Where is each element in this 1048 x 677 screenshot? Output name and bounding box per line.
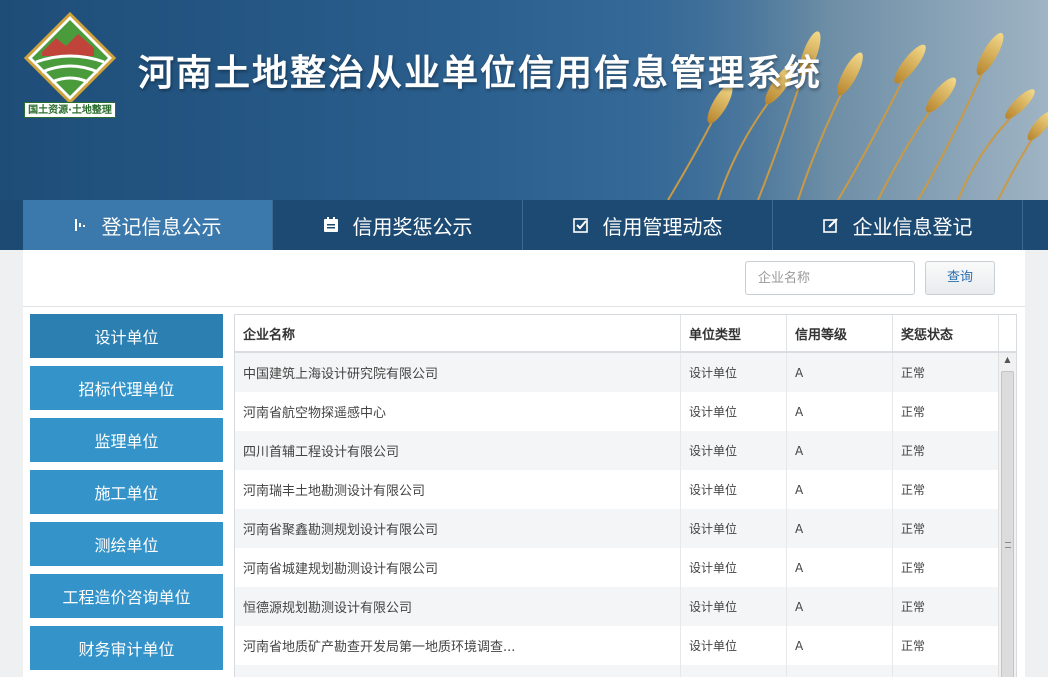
cell-type: 设计单位: [681, 626, 787, 665]
nav-item-credit-rewards[interactable]: 信用奖惩公示: [273, 200, 523, 250]
cell-type: 设计单位: [681, 353, 787, 392]
table-row[interactable]: 河南瑞丰土地勘测设计有限公司 设计单位 A 正常: [235, 470, 999, 509]
table-row[interactable]: 河南省地质矿产勘查开发局第一地质环境调查... 设计单位 A 正常: [235, 626, 999, 665]
cell-credit-level: A: [787, 353, 893, 392]
table-body: 中国建筑上海设计研究院有限公司 设计单位 A 正常 河南省航空物探遥感中心 设计…: [235, 353, 999, 677]
cell-type: 设计单位: [681, 392, 787, 431]
sidebar-item-construction[interactable]: 施工单位: [30, 470, 223, 514]
document-list-icon: [323, 217, 338, 232]
table-row[interactable]: 四川首辅工程设计有限公司 设计单位 A 正常: [235, 431, 999, 470]
cell-status: 正常: [893, 587, 999, 626]
cell-credit-level: A: [787, 587, 893, 626]
cell-credit-level: A: [787, 431, 893, 470]
sidebar-item-financial-audit[interactable]: 财务审计单位: [30, 626, 223, 670]
main-nav: 登记信息公示 信用奖惩公示 信用管理动态 企业信息登记: [0, 200, 1048, 250]
nav-item-enterprise-register[interactable]: 企业信息登记: [773, 200, 1023, 250]
column-header-type[interactable]: 单位类型: [681, 315, 787, 351]
search-input[interactable]: [745, 261, 915, 295]
sidebar-item-supervision[interactable]: 监理单位: [30, 418, 223, 462]
checkbox-icon: [572, 218, 588, 233]
table-row[interactable]: 恒德源规划勘测设计有限公司 设计单位 A 正常: [235, 587, 999, 626]
table-header: 企业名称 单位类型 信用等级 奖惩状态: [235, 315, 1016, 353]
cell-name: 河南省地质矿产勘查开发局第一地质环境调查...: [235, 626, 681, 665]
cell-name: 河南瑞丰土地勘测设计有限公司: [235, 470, 681, 509]
nav-item-registration[interactable]: 登记信息公示: [23, 200, 273, 250]
category-sidebar: 设计单位 招标代理单位 监理单位 施工单位 测绘单位 工程造价咨询单位 财务审计…: [30, 314, 223, 677]
cell-type: 设计单位: [681, 470, 787, 509]
column-header-status[interactable]: 奖惩状态: [893, 315, 999, 351]
cell-name: 河南省城建规划勘测设计有限公司: [235, 548, 681, 587]
site-header: 国土资源·土地整理 河南土地整治从业单位信用信息管理系统: [0, 0, 1048, 200]
sidebar-item-cost-consulting[interactable]: 工程造价咨询单位: [30, 574, 223, 618]
cell-name: 恒德源规划勘测设计有限公司: [235, 587, 681, 626]
scroll-up-arrow-icon[interactable]: ▲: [999, 353, 1016, 367]
cell-status: 正常: [893, 509, 999, 548]
cell-name: 河南省航空物探遥感中心: [235, 392, 681, 431]
wheat-banner-image: [608, 0, 1048, 200]
cell-status: 正常: [893, 353, 999, 392]
cell-status: 正常: [893, 548, 999, 587]
site-title: 河南土地整治从业单位信用信息管理系统: [138, 53, 823, 94]
cell-name: 四川首辅工程设计有限公司: [235, 431, 681, 470]
sidebar-item-bidding-agency[interactable]: 招标代理单位: [30, 366, 223, 410]
nav-item-label: 企业信息登记: [852, 214, 973, 239]
cell-status: 正常: [893, 392, 999, 431]
cell-name: [235, 665, 681, 677]
table-row[interactable]: 河南省聚鑫勘测规划设计有限公司 设计单位 A 正常: [235, 509, 999, 548]
cell-status: 正常: [893, 626, 999, 665]
cell-type: 设计单位: [681, 548, 787, 587]
table-row[interactable]: 河南省航空物探遥感中心 设计单位 A 正常: [235, 392, 999, 431]
logo-caption: 国土资源·土地整理: [24, 102, 116, 118]
cell-type: [681, 665, 787, 677]
cell-name: 中国建筑上海设计研究院有限公司: [235, 353, 681, 392]
search-button[interactable]: 查询: [925, 261, 995, 295]
cell-credit-level: A: [787, 626, 893, 665]
table-row[interactable]: 中国建筑上海设计研究院有限公司 设计单位 A 正常: [235, 353, 999, 392]
column-header-credit-level[interactable]: 信用等级: [787, 315, 893, 351]
cell-name: 河南省聚鑫勘测规划设计有限公司: [235, 509, 681, 548]
grip-icon: [1005, 542, 1011, 548]
cell-status: 正常: [893, 431, 999, 470]
search-bar: 查询: [23, 250, 1025, 306]
nav-item-label: 登记信息公示: [101, 214, 222, 239]
edit-icon: [822, 218, 838, 233]
chart-icon: [74, 219, 85, 231]
table-row[interactable]: [235, 665, 999, 677]
nav-item-label: 信用奖惩公示: [352, 214, 473, 239]
table-scrollbar[interactable]: ▲: [998, 353, 1016, 677]
cell-credit-level: A: [787, 548, 893, 587]
cell-type: 设计单位: [681, 509, 787, 548]
cell-credit-level: A: [787, 392, 893, 431]
column-header-name[interactable]: 企业名称: [235, 315, 681, 351]
sidebar-item-surveying[interactable]: 测绘单位: [30, 522, 223, 566]
nav-item-label: 信用管理动态: [602, 214, 723, 239]
sidebar-item-design[interactable]: 设计单位: [30, 314, 223, 358]
cell-credit-level: A: [787, 470, 893, 509]
nav-item-credit-news[interactable]: 信用管理动态: [523, 200, 773, 250]
cell-credit-level: [787, 665, 893, 677]
scroll-thumb[interactable]: [1001, 371, 1014, 677]
cell-type: 设计单位: [681, 431, 787, 470]
main-panel: 设计单位 招标代理单位 监理单位 施工单位 测绘单位 工程造价咨询单位 财务审计…: [23, 306, 1025, 677]
cell-credit-level: A: [787, 509, 893, 548]
cell-status: [893, 665, 999, 677]
cell-type: 设计单位: [681, 587, 787, 626]
table-row[interactable]: 河南省城建规划勘测设计有限公司 设计单位 A 正常: [235, 548, 999, 587]
enterprise-table: 企业名称 单位类型 信用等级 奖惩状态 中国建筑上海设计研究院有限公司 设计单位…: [234, 314, 1017, 677]
cell-status: 正常: [893, 470, 999, 509]
